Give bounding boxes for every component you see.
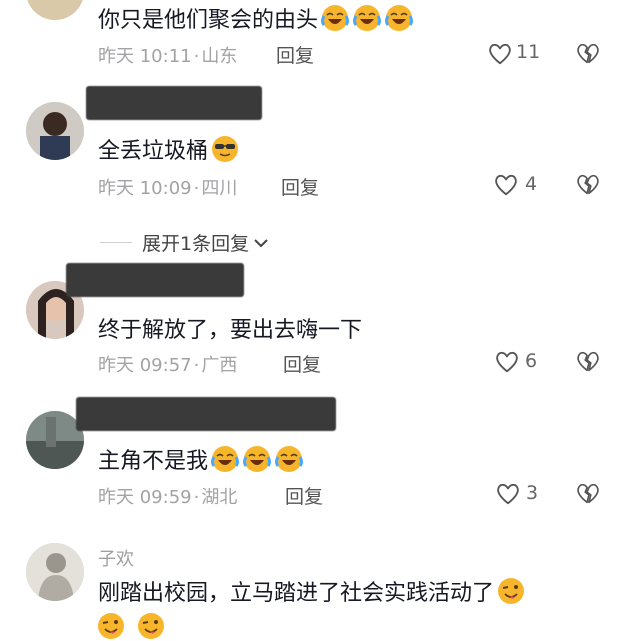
like-count: 4 <box>525 173 538 195</box>
laughing-crying-emoji <box>352 3 382 33</box>
comment-meta: 昨天 10:09 · 四川 <box>98 178 238 199</box>
comment-meta: 昨天 10:11 · 山东 <box>98 46 238 67</box>
comment-text-continuation <box>96 611 166 641</box>
chevron-down-icon <box>254 238 268 247</box>
broken-heart-icon[interactable] <box>575 481 601 507</box>
like-count: 11 <box>516 41 541 63</box>
heart-outline-icon[interactable] <box>486 41 514 67</box>
username[interactable]: 子欢 <box>98 545 134 571</box>
comment-item: 全丢垃圾桶 昨天 10:09 · 四川 回复 4 <box>0 86 628 226</box>
comment-text: 刚踏出校园，立马踏进了社会实践活动了 <box>98 575 526 607</box>
sunglasses-emoji <box>211 135 239 163</box>
comment-item: 主角不是我 昨天 09:59 · 湖北 回复 3 <box>0 395 628 525</box>
laughing-crying-emoji <box>242 444 272 474</box>
comment-item: 子欢 刚踏出校园，立马踏进了社会实践活动了 <box>0 535 628 640</box>
redacted-username <box>76 397 336 431</box>
redacted-username <box>86 86 262 120</box>
broken-heart-icon[interactable] <box>575 41 601 67</box>
comment-item: 你只是他们聚会的由头 昨天 10:11 · 山东 回复 11 <box>0 0 628 90</box>
like-count: 3 <box>526 482 539 504</box>
laughing-crying-emoji <box>320 3 350 33</box>
avatar[interactable] <box>26 0 84 20</box>
divider <box>100 242 132 243</box>
expand-replies-button[interactable]: 展开1条回复 <box>100 229 269 256</box>
reply-button[interactable]: 回复 <box>276 41 314 68</box>
comment-text: 主角不是我 <box>98 443 304 475</box>
heart-outline-icon[interactable] <box>492 172 520 198</box>
broken-heart-icon[interactable] <box>575 172 601 198</box>
laughing-crying-emoji <box>384 3 414 33</box>
heart-outline-icon[interactable] <box>493 349 521 375</box>
avatar[interactable] <box>26 102 84 160</box>
laughing-crying-emoji <box>274 444 304 474</box>
comment-item: 终于解放了，要出去嗨一下 昨天 09:57 · 广西 回复 6 <box>0 260 628 390</box>
wink-tongue-emoji <box>137 612 165 640</box>
comment-meta: 昨天 09:59 · 湖北 <box>98 487 238 508</box>
like-count: 6 <box>525 350 538 372</box>
avatar[interactable] <box>26 543 84 601</box>
heart-outline-icon[interactable] <box>494 481 522 507</box>
laughing-crying-emoji <box>210 444 240 474</box>
reply-button[interactable]: 回复 <box>285 482 323 509</box>
wink-tongue-emoji <box>97 612 125 640</box>
redacted-username <box>66 263 244 297</box>
comment-text: 你只是他们聚会的由头 <box>98 2 414 34</box>
broken-heart-icon[interactable] <box>575 349 601 375</box>
reply-button[interactable]: 回复 <box>283 350 321 377</box>
wink-tongue-emoji <box>497 577 526 605</box>
comment-text: 终于解放了，要出去嗨一下 <box>98 318 363 343</box>
comment-meta: 昨天 09:57 · 广西 <box>98 355 238 376</box>
reply-button[interactable]: 回复 <box>281 173 319 200</box>
comment-text: 全丢垃圾桶 <box>98 133 240 165</box>
